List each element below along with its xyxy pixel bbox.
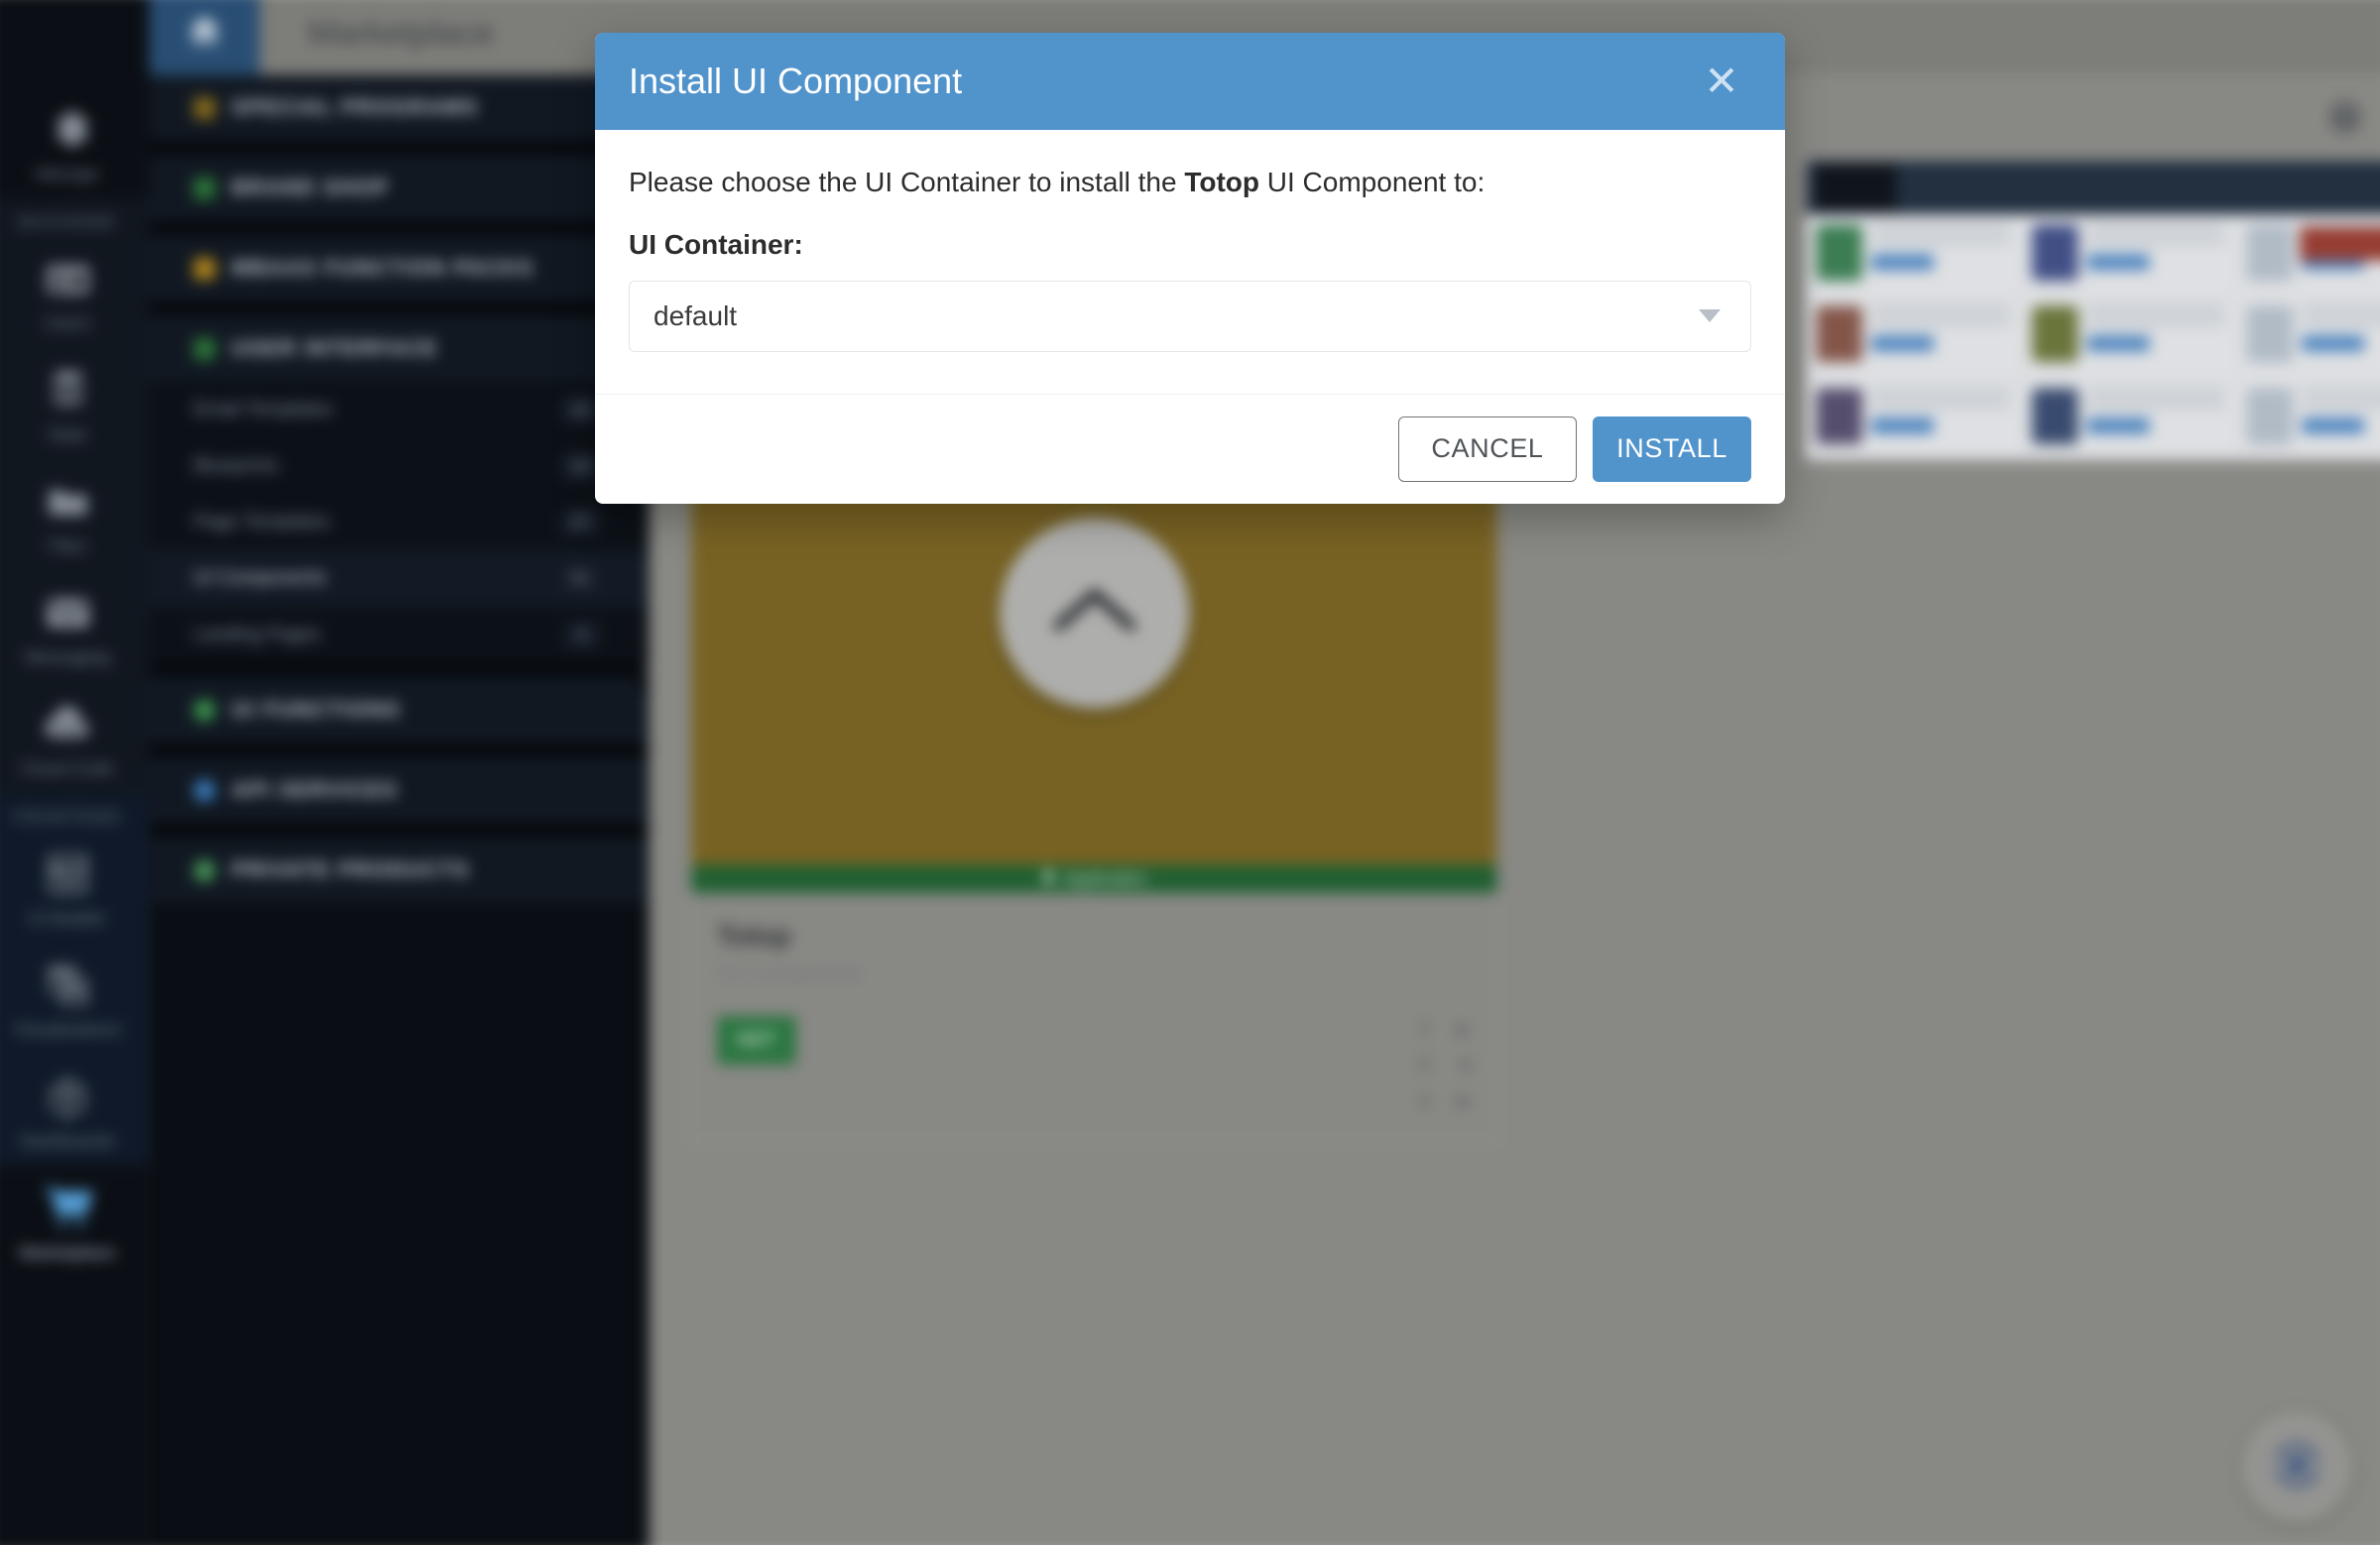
dialog-footer: CANCEL INSTALL [595,393,1785,504]
description-prefix: Please choose the UI Container to instal… [629,167,1185,197]
dialog-title: Install UI Component [629,60,963,101]
cancel-button[interactable]: CANCEL [1398,416,1577,482]
description-suffix: UI Component to: [1259,167,1486,197]
ui-container-selected-value: default [654,299,738,331]
ui-container-label: UI Container: [629,228,803,260]
install-button[interactable]: INSTALL [1593,416,1751,482]
install-ui-component-dialog: Install UI Component ✕ Please choose the… [595,33,1785,504]
ui-container-select[interactable]: default [629,280,1751,352]
app-root: Manage BACKEND Users Data Files Messagin… [0,0,2380,1545]
chevron-down-icon [1699,309,1721,323]
dialog-body: Please choose the UI Container to instal… [595,130,1785,394]
description-component-name: Totop [1184,167,1259,197]
dialog-header: Install UI Component ✕ [595,33,1785,130]
close-icon[interactable]: ✕ [1698,58,1745,105]
dialog-description: Please choose the UI Container to instal… [629,164,1751,201]
